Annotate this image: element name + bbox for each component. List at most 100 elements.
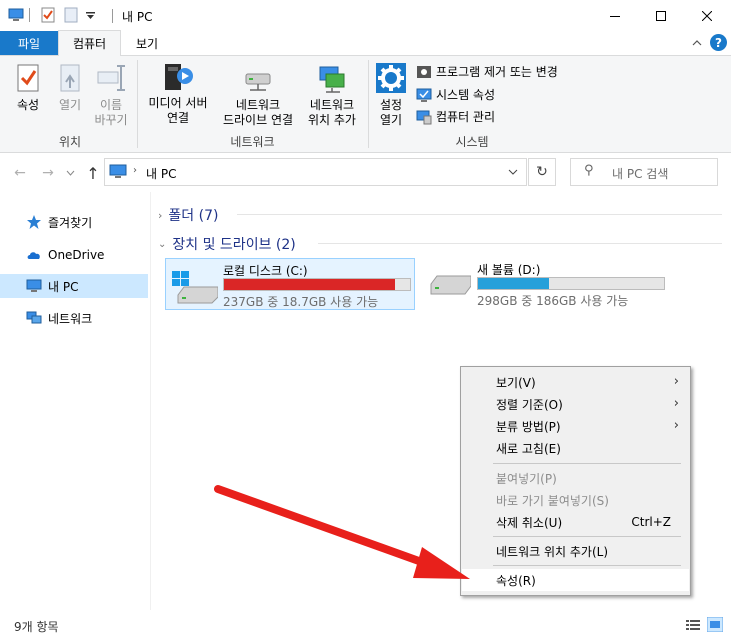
drive-space-info: 298GB 중 186GB 사용 가능	[477, 294, 629, 308]
computer-icon	[109, 164, 127, 178]
menu-item-label: 보기(V)	[496, 375, 536, 390]
open-settings-button[interactable]: 설정 열기	[372, 62, 410, 128]
computer-icon	[26, 279, 42, 292]
submenu-arrow-icon: ›	[673, 374, 679, 389]
drive-name: 로컬 디스크 (C:)	[223, 264, 308, 278]
open-settings-label: 설정 열기	[379, 98, 403, 127]
search-icon: ⚲	[584, 163, 594, 178]
close-icon	[702, 10, 712, 21]
menu-separator	[493, 463, 681, 464]
drive-space-info: 237GB 중 18.7GB 사용 가능	[223, 295, 379, 309]
add-network-location-button[interactable]: 네트워크 위치 추가	[302, 62, 362, 128]
nav-item-label: 내 PC	[48, 279, 79, 294]
location-group-label: 위치	[58, 135, 82, 149]
recent-locations-chevron-icon[interactable]	[66, 170, 75, 176]
menu-item-group-by[interactable]: 분류 방법(P) ›	[462, 415, 689, 437]
maximize-button[interactable]	[638, 0, 684, 31]
drive-icon	[430, 275, 471, 295]
menu-item-paste-shortcut: 바로 가기 붙여넣기(S)	[462, 489, 689, 511]
network-group-label: 네트워크	[230, 135, 275, 149]
map-network-drive-button[interactable]: 네트워크 드라이브 연결	[214, 62, 302, 128]
search-placeholder: 내 PC 검색	[612, 167, 669, 181]
menu-item-label: 네트워크 위치 추가(L)	[496, 544, 608, 559]
rename-label: 이름 바꾸기	[94, 98, 128, 127]
windows-drive-icon	[172, 271, 218, 304]
nav-item-label: OneDrive	[48, 248, 105, 262]
drive-usage-bar	[223, 278, 411, 291]
menu-item-undo-delete[interactable]: 삭제 취소(U) Ctrl+Z	[462, 511, 689, 533]
close-button[interactable]	[684, 0, 730, 31]
star-icon	[27, 215, 41, 229]
drive-usage-fill	[224, 279, 396, 290]
properties-qa-icon[interactable]	[40, 7, 56, 23]
minimize-icon	[610, 15, 620, 17]
system-group-label: 시스템	[455, 135, 489, 149]
rename-icon	[97, 65, 125, 91]
media-server-icon	[165, 64, 193, 90]
menu-item-properties[interactable]: 속성(R)	[462, 569, 689, 591]
media-server-button[interactable]: 미디어 서버 연결	[142, 60, 214, 126]
title-separator	[112, 9, 113, 23]
nav-item-quick-access[interactable]: 즐겨찾기	[0, 210, 148, 234]
nav-item-onedrive[interactable]: OneDrive	[0, 243, 148, 267]
folders-group-header[interactable]: › 폴더 (7)	[158, 205, 218, 225]
nav-item-label: 즐겨찾기	[48, 215, 93, 230]
annotation-arrow-shaft	[214, 485, 434, 569]
new-folder-qa-icon[interactable]	[63, 7, 79, 23]
up-arrow-icon: ↑	[86, 163, 100, 183]
nav-item-label: 네트워크	[48, 311, 93, 326]
forward-button[interactable]: →	[38, 163, 58, 183]
computer-management-button[interactable]: 컴퓨터 관리	[416, 108, 495, 125]
computer-icon	[8, 8, 24, 21]
properties-label: 속성	[16, 98, 40, 112]
menu-item-shortcut: Ctrl+Z	[631, 515, 671, 529]
network-location-icon	[319, 66, 345, 93]
drive-tile-c[interactable]: 로컬 디스크 (C:) 237GB 중 18.7GB 사용 가능	[165, 258, 415, 310]
up-button[interactable]: ↑	[83, 163, 103, 183]
tab-view[interactable]: 보기	[121, 31, 173, 55]
tiles-view-icon[interactable]	[707, 617, 723, 632]
uninstall-icon	[417, 65, 431, 78]
breadcrumb-this-pc[interactable]: 내 PC	[146, 165, 176, 182]
folders-group-label: 폴더 (7)	[168, 208, 219, 224]
group-divider	[237, 214, 722, 215]
details-view-icon[interactable]	[686, 619, 700, 631]
menu-item-label: 바로 가기 붙여넣기(S)	[496, 493, 609, 508]
minimize-button[interactable]	[592, 0, 638, 31]
drive-tile-d[interactable]: 새 볼륨 (D:) 298GB 중 186GB 사용 가능	[420, 258, 670, 310]
add-network-location-label: 네트워크 위치 추가	[308, 98, 356, 127]
submenu-arrow-icon: ›	[673, 418, 679, 433]
properties-button[interactable]: 속성	[8, 62, 48, 113]
system-properties-button[interactable]: 시스템 속성	[416, 86, 495, 103]
qa-customize-chevron-icon[interactable]	[86, 12, 95, 20]
back-button[interactable]: ←	[10, 163, 30, 183]
address-dropdown-chevron-icon[interactable]	[508, 169, 518, 176]
help-button[interactable]: ?	[710, 34, 727, 51]
back-arrow-icon: ←	[14, 165, 26, 181]
drive-name: 새 볼륨 (D:)	[477, 263, 541, 277]
expand-chevron-icon: ›	[158, 208, 163, 222]
group-separator	[137, 60, 138, 148]
drives-group-header[interactable]: ⌄ 장치 및 드라이브 (2)	[158, 234, 296, 254]
tab-file[interactable]: 파일	[0, 31, 58, 55]
menu-item-label: 정렬 기준(O)	[496, 397, 563, 412]
nav-item-network[interactable]: 네트워크	[0, 306, 148, 330]
collapse-ribbon-chevron-icon[interactable]	[692, 39, 702, 47]
nav-item-this-pc[interactable]: 내 PC	[0, 274, 148, 298]
menu-item-view[interactable]: 보기(V) ›	[462, 371, 689, 393]
menu-item-label: 붙여넣기(P)	[496, 471, 557, 486]
tab-computer[interactable]: 컴퓨터	[58, 30, 121, 56]
group-separator	[368, 60, 369, 148]
uninstall-label: 프로그램 제거 또는 변경	[436, 65, 558, 79]
menu-item-label: 새로 고침(E)	[496, 441, 561, 456]
menu-item-sort-by[interactable]: 정렬 기준(O) ›	[462, 393, 689, 415]
window-title: 내 PC	[122, 10, 153, 24]
refresh-button[interactable]: ↻	[528, 158, 556, 186]
menu-item-add-network-location[interactable]: 네트워크 위치 추가(L)	[462, 540, 689, 562]
menu-item-refresh[interactable]: 새로 고침(E)	[462, 437, 689, 459]
computer-management-icon	[416, 110, 432, 124]
help-icon: ?	[715, 35, 722, 50]
menu-separator	[493, 536, 681, 537]
uninstall-program-button[interactable]: 프로그램 제거 또는 변경	[416, 63, 558, 80]
pane-divider	[150, 192, 151, 610]
